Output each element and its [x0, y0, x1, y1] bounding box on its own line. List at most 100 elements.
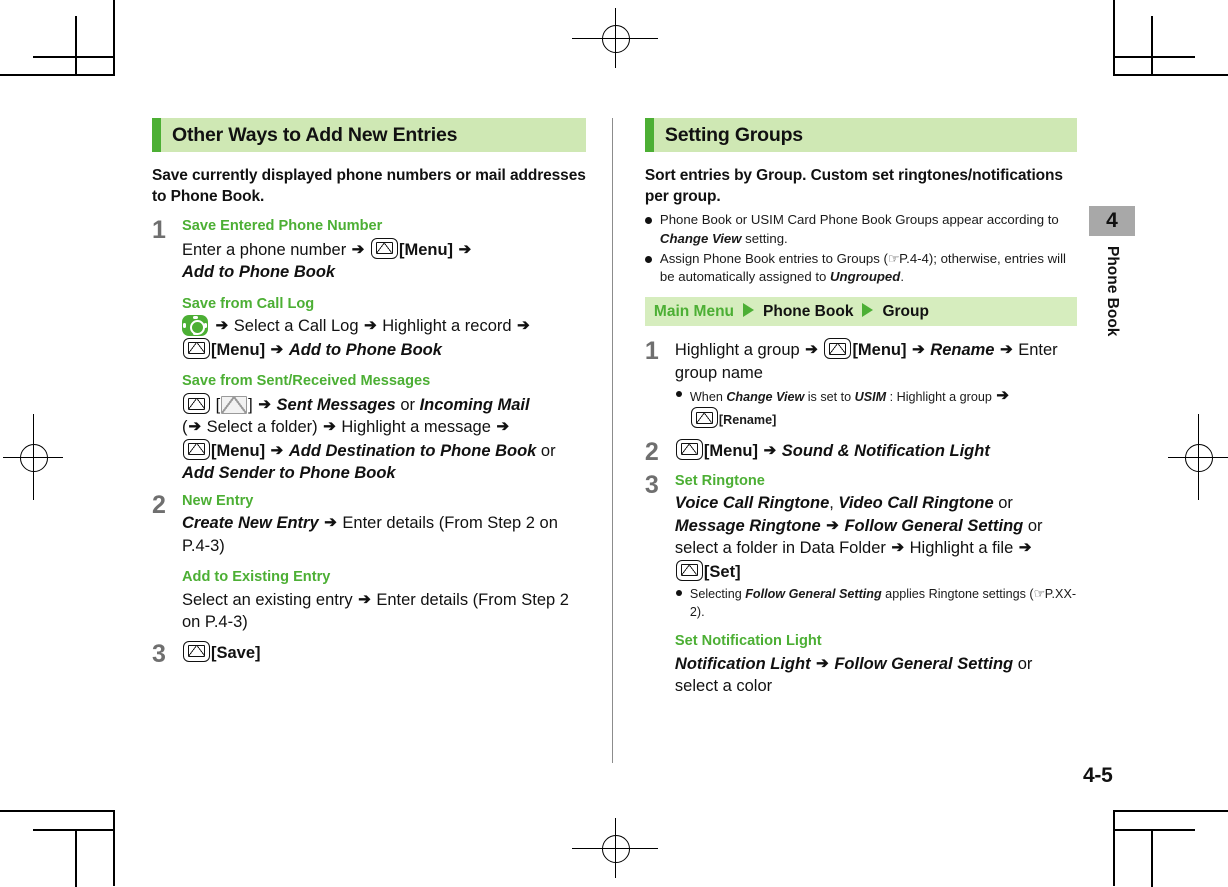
envelope-glyph: [188, 443, 205, 456]
nav-key-ring: [189, 320, 205, 336]
registration-mark-right: [1168, 414, 1228, 500]
arrow-icon: ➔: [816, 655, 829, 673]
menu-item-name: Follow General Setting: [745, 587, 882, 602]
mail-key-icon: [183, 337, 210, 359]
emphasis-bold: [Menu]: [398, 240, 454, 259]
mail-key-icon: [370, 237, 398, 259]
step-line: [Set]: [675, 559, 1077, 583]
step-line: [] ➔ Sent Messages or Incoming Mail: [182, 393, 586, 416]
header-accent-bar: [644, 118, 654, 152]
menu-item-name: Follow General Setting: [834, 655, 1014, 674]
mail-key-icon: [675, 438, 703, 460]
menu-item-name: Voice Call Ringtone: [674, 494, 830, 513]
menu-item-name: USIM: [854, 390, 887, 405]
right-lead-text: Sort entries by Group. Custom set ringto…: [644, 167, 1063, 205]
navigation-key-icon: [182, 315, 208, 337]
step-number: 3: [152, 639, 166, 668]
emphasis-bold: [Save]: [211, 643, 261, 662]
pointing-hand-icon: ☞: [887, 250, 900, 266]
menu-item-name: Incoming Mail: [419, 396, 530, 415]
step: 3 Set Ringtone Voice Call Ringtone, Video …: [645, 472, 1077, 698]
step-number: 2: [644, 437, 659, 466]
step-line: [Menu] ➔ Add Destination to Phone Book o…: [182, 438, 586, 462]
step-subheading: Save Entered Phone Number: [182, 218, 383, 235]
bullet-dot-icon: [675, 590, 682, 597]
right-column: Setting Groups Sort entries by Group. Cu…: [644, 118, 1077, 705]
envelope-glyph: [188, 397, 205, 410]
arrow-icon: ➔: [270, 340, 284, 358]
right-section-header: Setting Groups: [644, 118, 1077, 152]
arrow-icon: ➔: [364, 317, 377, 335]
step-body: [Save]: [182, 640, 586, 667]
step-body: [Menu] ➔ Sound & Notification Light: [675, 438, 1077, 465]
menu-path-root: Main Menu: [653, 302, 735, 320]
step: 1 Highlight a group ➔ [Menu] ➔ Rename ➔ E…: [645, 338, 1077, 432]
arrow-icon: ➔: [496, 418, 510, 436]
column-divider: [611, 118, 613, 763]
menu-item-name: Message Ringtone: [674, 516, 821, 535]
step-line: [Save]: [182, 640, 586, 664]
step-body: Save Entered Phone Number Enter a phone n…: [182, 217, 586, 485]
arrow-icon: ➔: [324, 514, 337, 532]
envelope-glyph: [375, 242, 393, 255]
step-line: Voice Call Ringtone, Video Call Ringtone…: [674, 494, 1043, 558]
step-subheading: Save from Call Log: [182, 295, 315, 312]
right-section-title: Setting Groups: [664, 123, 803, 146]
left-steps: 1 Save Entered Phone Number Enter a phone …: [152, 217, 586, 667]
step-body: Highlight a group ➔ [Menu] ➔ Rename ➔ En…: [675, 338, 1077, 432]
menu-item-name: Add Sender to Phone Book: [182, 464, 396, 483]
menu-item-name: Video Call Ringtone: [838, 494, 994, 513]
menu-item-name: Add to Phone Book: [288, 340, 442, 359]
arrow-icon: ➔: [323, 418, 336, 436]
step: 3 [Save]: [152, 639, 586, 668]
menu-path-bar: Main Menu Phone Book Group: [644, 297, 1077, 327]
menu-item-name: Change View: [726, 390, 805, 405]
step-number: 1: [152, 216, 166, 245]
arrow-icon: ➔: [996, 387, 1009, 405]
bullet-dot-icon: [644, 217, 652, 225]
note-item: Phone Book or USIM Card Phone Book Group…: [644, 211, 1077, 248]
mail-key-icon: [675, 559, 703, 581]
menu-item-name: Notification Light: [674, 655, 811, 674]
step-note-list: Selecting Follow General Setting applies…: [675, 585, 1077, 621]
step-body: New Entry Create New Entry ➔ Enter detail…: [182, 492, 586, 634]
bullet-dot-icon: [644, 255, 652, 263]
menu-item-name: Sound & Notification Light: [781, 441, 990, 460]
step-line: Notification Light ➔ Follow General Sett…: [674, 655, 1033, 696]
note-item: Assign Phone Book entries to Groups (☞P.…: [644, 250, 1077, 287]
arrow-icon: ➔: [215, 317, 229, 335]
header-accent-bar: [152, 118, 161, 152]
step: 2 [Menu] ➔ Sound & Notification Light: [644, 437, 1077, 466]
mail-key-icon: [183, 393, 210, 415]
step-line: Add Sender to Phone Book: [182, 462, 586, 484]
step-line: (➔ Select a folder) ➔ Highlight a messag…: [182, 418, 510, 437]
arrow-icon: ➔: [188, 418, 202, 436]
emphasis-bold: [Menu]: [211, 441, 266, 460]
chapter-number: 4: [1089, 206, 1135, 236]
step-line: Add to Phone Book: [182, 261, 586, 283]
step-number: 1: [644, 337, 659, 366]
manual-page: 4 Phone Book 4-5 Other Ways to Add New E…: [0, 0, 1228, 887]
step-number: 3: [644, 470, 659, 499]
menu-item-name: Create New Entry: [182, 514, 319, 533]
mail-key-icon: [183, 640, 210, 662]
left-column: Other Ways to Add New Entries Save curre…: [152, 118, 586, 674]
mail-key-icon: [690, 407, 718, 429]
step-number: 2: [152, 490, 166, 519]
step-note: When Change View is set to USIM : Highli…: [675, 386, 1077, 430]
menu-path-arrow-icon: [862, 303, 874, 318]
menu-path-items: Phone Book Group: [734, 302, 929, 321]
envelope-glyph: [188, 645, 205, 658]
step-subheading: Save from Sent/Received Messages: [182, 373, 431, 390]
emphasis-bold: [Menu]: [703, 441, 758, 460]
left-section-header: Other Ways to Add New Entries: [152, 118, 586, 152]
step-note: Selecting Follow General Setting applies…: [675, 585, 1077, 621]
right-bullet-list: Phone Book or USIM Card Phone Book Group…: [644, 211, 1077, 287]
emphasis-bold: [Menu]: [211, 340, 266, 359]
arrow-icon: ➔: [458, 240, 472, 258]
menu-item-name: Follow General Setting: [844, 516, 1024, 535]
display-envelope-icon: [221, 396, 248, 415]
step-body: Set Ringtone Voice Call Ringtone, Video C…: [675, 472, 1077, 698]
chapter-tab: 4 Phone Book: [1089, 206, 1135, 336]
arrow-icon: ➔: [1018, 539, 1032, 557]
